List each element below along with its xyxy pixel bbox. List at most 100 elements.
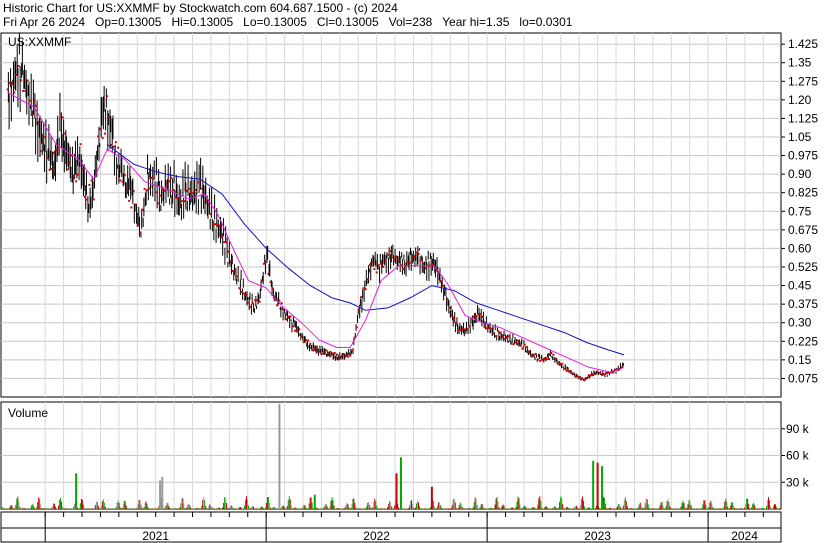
price-dot [581,377,584,380]
price-dot [344,354,347,357]
price-dot [371,261,374,264]
price-dot [468,325,471,328]
price-dot [594,373,597,376]
price-dot [534,353,537,356]
price-dot [547,358,550,361]
price-dot [123,174,126,177]
price-dot [528,350,531,353]
price-y-tick-label: 0.60 [788,241,812,255]
price-dot [148,187,151,190]
price-dot [152,177,155,180]
price-dot [150,176,153,179]
price-dot [229,260,232,263]
price-dot [287,316,290,319]
price-dot [285,318,288,321]
price-dot [510,342,513,345]
price-dot [128,199,131,202]
price-dot [249,305,252,308]
price-dot [472,315,475,318]
price-dot [139,232,142,235]
price-dot [357,308,360,311]
price-dot [501,335,504,338]
price-y-tick-label: 1.125 [788,111,818,125]
price-dot [196,181,199,184]
price-dot [156,202,159,205]
price-dot [377,264,380,267]
price-dot [490,327,493,330]
price-dot [88,183,91,186]
price-dot [258,300,261,303]
price-y-tick-label: 1.275 [788,74,818,88]
price-dot [583,379,586,382]
price-dot [519,344,522,347]
price-dot [64,132,67,135]
price-dot [464,328,467,331]
price-dot [552,353,555,356]
price-dot [576,375,579,378]
price-dot [77,173,80,176]
price-dot [388,250,391,253]
price-y-tick-label: 0.75 [788,204,812,218]
price-dot [24,89,27,92]
price-dot [302,341,305,344]
price-dot [481,315,484,318]
price-dot [311,349,314,352]
price-dot [50,168,53,171]
price-dot [572,373,575,376]
price-dot [422,262,425,265]
price-dot [143,187,146,190]
price-dot [28,99,31,102]
price-dot [90,179,93,182]
price-dot [41,141,44,144]
price-dot [81,168,84,171]
price-dot [532,353,535,356]
price-dot [251,302,254,305]
price-dot [410,257,413,260]
year-label: 2022 [363,529,390,543]
price-dot [366,278,369,281]
price-dot [61,116,64,119]
price-dot [72,174,75,177]
volume-y-tick-label: 60 k [786,449,810,463]
price-dot [441,284,444,287]
volume-spike-bar [395,473,398,509]
price-dot [183,200,186,203]
price-dot [185,189,188,192]
price-dot [382,265,385,268]
price-dot [172,188,175,191]
price-dot [324,349,327,352]
price-dot [298,328,301,331]
year-axis-strip [0,527,782,543]
volume-spike-bar [161,476,164,509]
price-y-tick-label: 1.425 [788,37,818,51]
price-dot [550,351,553,354]
price-dot [234,270,237,273]
price-dot [448,306,451,309]
price-dot [8,82,11,85]
price-dot [216,224,219,227]
price-dot [530,355,533,358]
price-y-axis: 1.425 1.35 1.275 1.20 1.125 1.05 0.975 0.90 0.82… [781,37,818,385]
price-dot [66,168,69,171]
price-dot [101,136,104,139]
price-y-tick-label: 0.525 [788,260,818,274]
price-dot [35,104,38,107]
price-dot [508,335,511,338]
price-dot [601,373,604,376]
price-y-tick-label: 0.15 [788,353,812,367]
price-dot [304,339,307,342]
price-dot [585,376,588,379]
price-dot [13,91,16,94]
price-dot [11,83,14,86]
price-dot [335,353,338,356]
price-dot [327,351,330,354]
price-dot [446,298,449,301]
price-dot [6,88,9,91]
price-dot [455,322,458,325]
price-dot [278,299,281,302]
price-dot [167,180,170,183]
volume-spike-bar [592,460,595,509]
price-dot [260,280,263,283]
price-dot [499,331,502,334]
volume-spike-bar [596,462,599,509]
